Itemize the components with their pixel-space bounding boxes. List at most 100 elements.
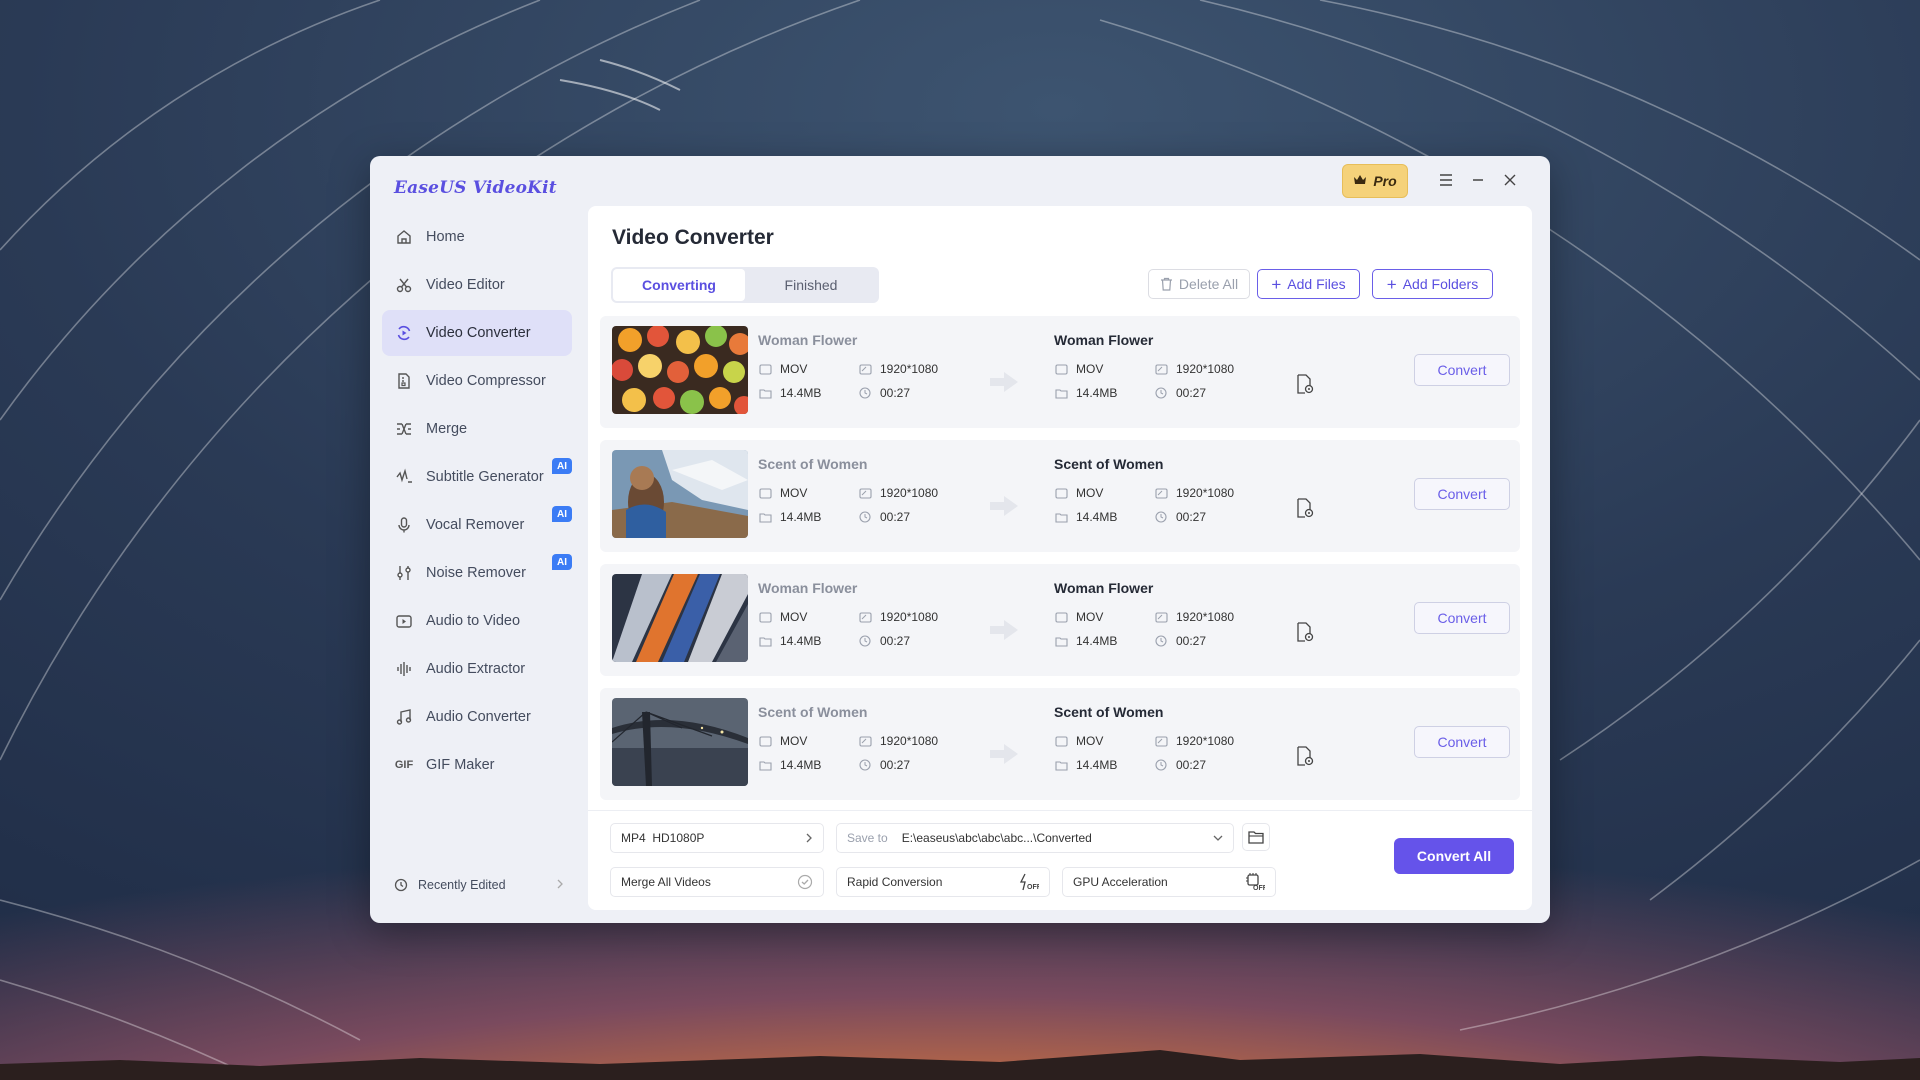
folder-icon <box>758 386 772 400</box>
add-files-button[interactable]: + Add Files <box>1257 269 1360 299</box>
plus-icon: + <box>1271 274 1282 294</box>
sidebar-item-video-compressor[interactable]: Video Compressor <box>382 358 572 404</box>
hamburger-menu-icon <box>1440 174 1452 186</box>
sidebar-item-label: Video Editor <box>426 277 505 293</box>
menu-button[interactable] <box>1434 168 1458 192</box>
output-resolution: 1920*1080 <box>1154 610 1234 624</box>
output-settings-icon[interactable] <box>1296 622 1314 647</box>
file-row[interactable]: Woman Flower MOV 1920*1080 14.4MB 00:27 … <box>600 564 1520 676</box>
tab-finished[interactable]: Finished <box>745 269 877 301</box>
pro-label: Pro <box>1373 173 1397 189</box>
resolution-icon <box>858 486 872 500</box>
close-button[interactable] <box>1498 168 1522 192</box>
file-row[interactable]: Scent of Women MOV 1920*1080 14.4MB 00:2… <box>600 440 1520 552</box>
arrow-right-icon <box>990 620 1018 645</box>
sidebar-item-gif-maker[interactable]: GIF GIF Maker <box>382 742 572 788</box>
gpu-off-icon: OFF <box>1245 873 1265 891</box>
save-to-path: E:\easeus\abc\abc\abc...\Converted <box>901 831 1092 845</box>
output-size: 14.4MB <box>1054 634 1117 648</box>
sidebar-item-label: Home <box>426 229 465 245</box>
sidebar-item-noise-remover[interactable]: Noise Remover AI <box>382 550 572 596</box>
output-file-name: Woman Flower <box>1054 332 1154 348</box>
output-resolution: 1920*1080 <box>1154 362 1234 376</box>
recently-edited-link[interactable]: Recently Edited <box>394 878 564 892</box>
sidebar-item-video-editor[interactable]: Video Editor <box>382 262 572 308</box>
close-icon <box>1504 174 1516 186</box>
file-row[interactable]: Scent of Women MOV 1920*1080 14.4MB 00:2… <box>600 688 1520 800</box>
resolution-icon <box>858 610 872 624</box>
rapid-off-icon: OFF <box>1019 873 1039 891</box>
folder-icon <box>1054 758 1068 772</box>
source-duration: 00:27 <box>858 510 910 524</box>
plus-icon: + <box>1386 274 1397 294</box>
output-file-name: Scent of Women <box>1054 456 1164 472</box>
clock-icon <box>858 758 872 772</box>
rapid-conversion-toggle[interactable]: Rapid Conversion OFF <box>836 867 1050 897</box>
convert-button[interactable]: Convert <box>1414 602 1510 634</box>
output-settings-icon[interactable] <box>1296 498 1314 523</box>
output-format-selector[interactable]: MP4 HD1080P <box>610 823 824 853</box>
arrow-right-icon <box>990 372 1018 397</box>
tab-bar: Converting Finished <box>611 267 879 303</box>
app-logo: EaseUS VideoKit <box>394 178 557 198</box>
clock-icon <box>858 386 872 400</box>
pro-upgrade-button[interactable]: Pro <box>1342 164 1408 198</box>
delete-all-button[interactable]: Delete All <box>1148 269 1250 299</box>
output-settings-icon[interactable] <box>1296 374 1314 399</box>
output-format[interactable]: MOV <box>1054 610 1103 624</box>
sidebar-item-audio-to-video[interactable]: Audio to Video <box>382 598 572 644</box>
video-thumbnail <box>612 326 748 414</box>
sidebar-item-video-converter[interactable]: Video Converter <box>382 310 572 356</box>
resolution-icon <box>1154 610 1168 624</box>
output-settings-icon[interactable] <box>1296 746 1314 771</box>
convert-all-button[interactable]: Convert All <box>1394 838 1514 874</box>
sidebar-item-audio-extractor[interactable]: Audio Extractor <box>382 646 572 692</box>
source-file-name: Scent of Women <box>758 704 868 720</box>
microphone-icon <box>394 515 414 535</box>
source-format: MOV <box>758 362 807 376</box>
output-file-name: Woman Flower <box>1054 580 1154 596</box>
compress-icon <box>394 371 414 391</box>
output-resolution: 1920*1080 <box>1154 734 1234 748</box>
browse-folder-button[interactable] <box>1242 823 1270 851</box>
gif-icon: GIF <box>394 759 414 771</box>
check-circle-icon <box>797 874 813 890</box>
file-row[interactable]: Woman Flower MOV 1920*1080 14.4MB 00:27 … <box>600 316 1520 428</box>
tab-converting[interactable]: Converting <box>613 269 745 301</box>
file-format-icon <box>1054 362 1068 376</box>
convert-button[interactable]: Convert <box>1414 354 1510 386</box>
output-format[interactable]: MOV <box>1054 486 1103 500</box>
crown-icon <box>1353 173 1367 189</box>
gpu-acceleration-toggle[interactable]: GPU Acceleration OFF <box>1062 867 1276 897</box>
add-files-label: Add Files <box>1287 276 1346 292</box>
convert-button[interactable]: Convert <box>1414 478 1510 510</box>
resolution-icon <box>858 734 872 748</box>
output-duration: 00:27 <box>1154 634 1206 648</box>
sidebar-item-home[interactable]: Home <box>382 214 572 260</box>
output-format[interactable]: MOV <box>1054 734 1103 748</box>
file-format-icon <box>758 610 772 624</box>
arrow-right-icon <box>990 744 1018 769</box>
sidebar-item-audio-converter[interactable]: Audio Converter <box>382 694 572 740</box>
save-to-dropdown[interactable]: Save to E:\easeus\abc\abc\abc...\Convert… <box>836 823 1234 853</box>
output-file-name: Scent of Women <box>1054 704 1164 720</box>
minimize-icon <box>1473 179 1483 181</box>
output-format[interactable]: MOV <box>1054 362 1103 376</box>
folder-icon <box>1054 634 1068 648</box>
source-format: MOV <box>758 610 807 624</box>
home-icon <box>394 227 414 247</box>
source-size: 14.4MB <box>758 386 821 400</box>
sidebar-item-label: Vocal Remover <box>426 517 525 533</box>
folder-icon <box>1248 831 1264 844</box>
sidebar-item-vocal-remover[interactable]: Vocal Remover AI <box>382 502 572 548</box>
convert-button[interactable]: Convert <box>1414 726 1510 758</box>
sidebar-item-subtitle-generator[interactable]: Subtitle Generator AI <box>382 454 572 500</box>
source-duration: 00:27 <box>858 386 910 400</box>
source-resolution: 1920*1080 <box>858 486 938 500</box>
add-folders-button[interactable]: + Add Folders <box>1372 269 1493 299</box>
sidebar-item-merge[interactable]: Merge <box>382 406 572 452</box>
merge-all-videos-toggle[interactable]: Merge All Videos <box>610 867 824 897</box>
folder-icon <box>1054 510 1068 524</box>
minimize-button[interactable] <box>1466 168 1490 192</box>
clock-icon <box>858 634 872 648</box>
